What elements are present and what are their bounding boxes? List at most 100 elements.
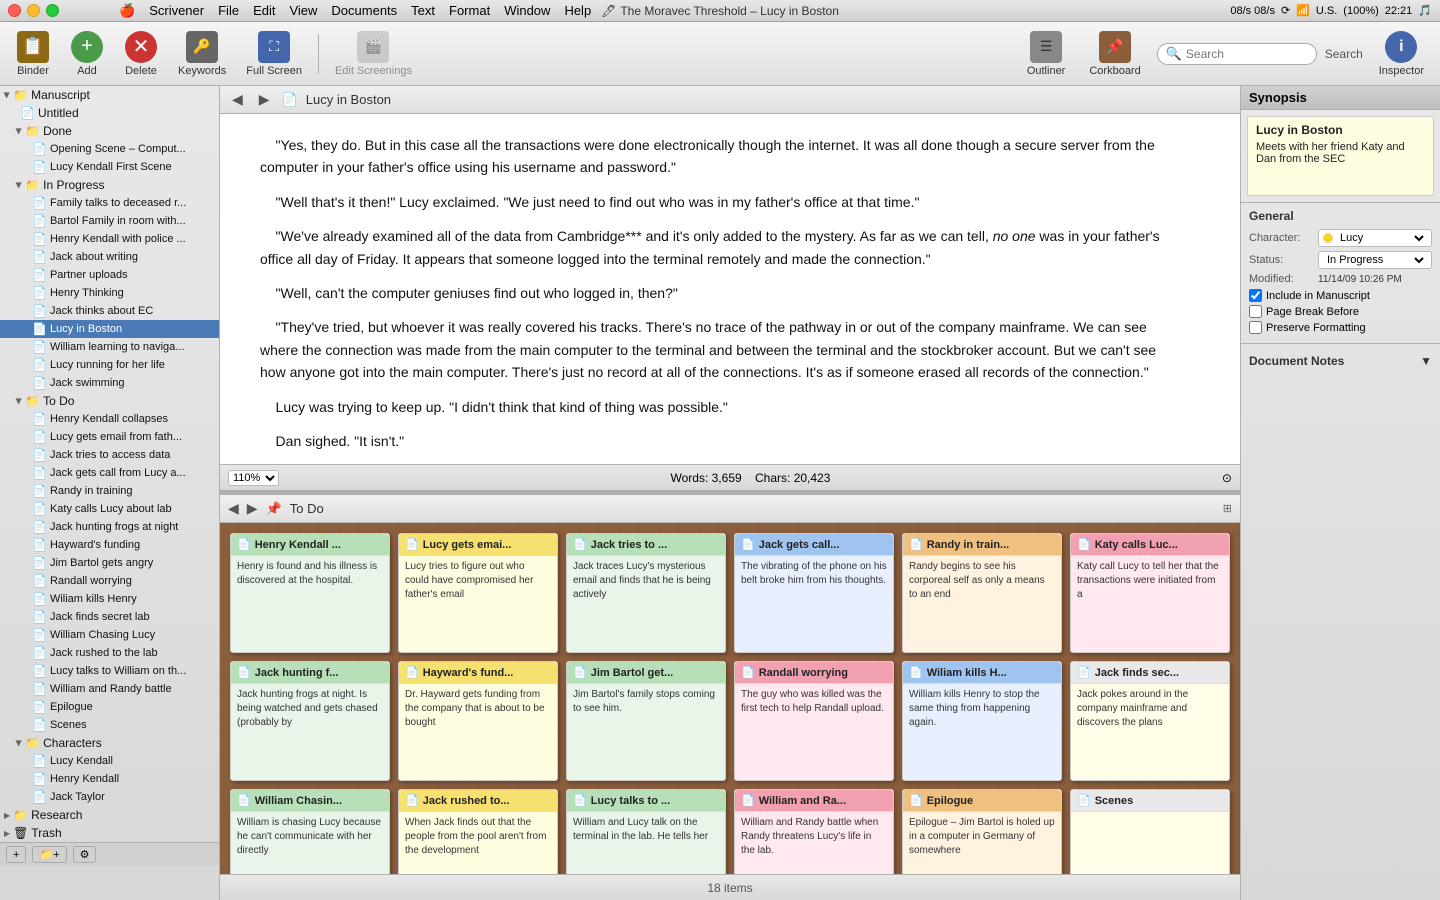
settings-button[interactable]: ⚙ [73, 846, 97, 863]
editor-area[interactable]: "Yes, they do. But in this case all the … [220, 114, 1240, 465]
menu-format[interactable]: Format [449, 3, 490, 19]
minimize-button[interactable] [27, 4, 40, 17]
card-jack-gets-call[interactable]: 📄 Jack gets call... The vibrating of the… [734, 533, 894, 653]
sidebar-item-henry-collapses[interactable]: 📄 Henry Kendall collapses [0, 410, 219, 428]
card-randy-training[interactable]: 📄 Randy in train... Randy begins to see … [902, 533, 1062, 653]
sidebar-item-henry-char[interactable]: 📄 Henry Kendall [0, 770, 219, 788]
inspector-status-value[interactable]: In Progress Done To Do [1318, 251, 1432, 269]
card-jim-bartol[interactable]: 📄 Jim Bartol get... Jim Bartol's family … [566, 661, 726, 781]
menu-text[interactable]: Text [411, 3, 435, 19]
sidebar-item-todo[interactable]: ▶ 📁 To Do [0, 392, 219, 410]
sidebar-item-scenes[interactable]: 📄 Scenes [0, 716, 219, 734]
sidebar-item-william-randy[interactable]: 📄 William and Randy battle [0, 680, 219, 698]
sidebar-item-partner-uploads[interactable]: 📄 Partner uploads [0, 266, 219, 284]
sidebar-item-bartol-family[interactable]: 📄 Bartol Family in room with... [0, 212, 219, 230]
sidebar-item-jack-secret[interactable]: 📄 Jack finds secret lab [0, 608, 219, 626]
apple-menu[interactable]: 🍎 [119, 3, 135, 19]
inspector-button[interactable]: i Inspector [1371, 27, 1432, 81]
menu-view[interactable]: View [289, 3, 317, 19]
maximize-button[interactable] [46, 4, 59, 17]
include-checkbox[interactable] [1249, 289, 1262, 302]
next-doc-button[interactable]: ▶ [255, 91, 274, 108]
sidebar-item-jack-writing[interactable]: 📄 Jack about writing [0, 248, 219, 266]
sidebar-item-manuscript[interactable]: ▶ 📁 Manuscript [0, 86, 219, 104]
status-select[interactable]: In Progress Done To Do [1323, 253, 1427, 267]
binder-button[interactable]: 📋 Binder [8, 27, 58, 81]
sidebar-item-jack-access[interactable]: 📄 Jack tries to access data [0, 446, 219, 464]
card-jack-hunting[interactable]: 📄 Jack hunting f... Jack hunting frogs a… [230, 661, 390, 781]
sidebar-item-jack-swimming[interactable]: 📄 Jack swimming [0, 374, 219, 392]
menu-edit[interactable]: Edit [253, 3, 275, 19]
menu-documents[interactable]: Documents [331, 3, 397, 19]
corkboard-next-button[interactable]: ▶ [247, 500, 258, 517]
sidebar-item-lucy-running[interactable]: 📄 Lucy running for her life [0, 356, 219, 374]
card-lucy-talks[interactable]: 📄 Lucy talks to ... William and Lucy tal… [566, 789, 726, 874]
card-william-randy[interactable]: 📄 William and Ra... William and Randy ba… [734, 789, 894, 874]
edit-screenings-button[interactable]: 🎬 Edit Screenings [327, 27, 420, 81]
outliner-button[interactable]: ☰ Outliner [1019, 27, 1074, 81]
prev-doc-button[interactable]: ◀ [228, 91, 247, 108]
sidebar-item-lucy-char[interactable]: 📄 Lucy Kendall [0, 752, 219, 770]
pagebreak-checkbox[interactable] [1249, 305, 1262, 318]
sidebar-item-lucy-boston[interactable]: 📄 Lucy in Boston [0, 320, 219, 338]
sidebar-item-katy-calls[interactable]: 📄 Katy calls Lucy about lab [0, 500, 219, 518]
zoom-select[interactable]: 110% 100% 125% 150% [228, 470, 279, 486]
sidebar-item-lucy-first[interactable]: 📄 Lucy Kendall First Scene [0, 158, 219, 176]
search-box[interactable]: 🔍 [1157, 43, 1317, 65]
menu-file[interactable]: File [218, 3, 239, 19]
search-input[interactable] [1186, 47, 1308, 61]
sidebar-item-jack-rushed[interactable]: 📄 Jack rushed to the lab [0, 644, 219, 662]
inspector-character-value[interactable]: Lucy Henry Jack [1318, 229, 1432, 247]
corkboard-button[interactable]: 📌 Corkboard [1081, 27, 1148, 81]
sidebar-item-jack-frogs[interactable]: 📄 Jack hunting frogs at night [0, 518, 219, 536]
sidebar-item-trash[interactable]: ▶ 🗑 Trash [0, 824, 219, 842]
fullscreen-button[interactable]: ⛶ Full Screen [238, 27, 310, 81]
card-katy-calls[interactable]: 📄 Katy calls Luc... Katy call Lucy to te… [1070, 533, 1230, 653]
corkboard-area[interactable]: 📄 Henry Kendall ... Henry is found and h… [220, 523, 1240, 874]
delete-button[interactable]: ✕ Delete [116, 27, 166, 81]
keywords-button[interactable]: 🔑 Keywords [170, 27, 234, 81]
corkboard-prev-button[interactable]: ◀ [228, 500, 239, 517]
notes-expand-icon[interactable]: ▼ [1420, 354, 1432, 368]
sidebar-item-characters[interactable]: ▶ 📁 Characters [0, 734, 219, 752]
sidebar-item-randall[interactable]: 📄 Randall worrying [0, 572, 219, 590]
new-folder-button[interactable]: 📁+ [32, 846, 66, 863]
sidebar-item-done[interactable]: ▶ 📁 Done [0, 122, 219, 140]
sidebar-item-inprogress[interactable]: ▶ 📁 In Progress [0, 176, 219, 194]
sidebar-item-epilogue[interactable]: 📄 Epilogue [0, 698, 219, 716]
sidebar-item-jack-ec[interactable]: 📄 Jack thinks about EC [0, 302, 219, 320]
add-button[interactable]: + Add [62, 27, 112, 81]
sidebar-item-henry-police[interactable]: 📄 Henry Kendall with police ... [0, 230, 219, 248]
character-select[interactable]: Lucy Henry Jack [1336, 231, 1427, 245]
card-william-chasing[interactable]: 📄 William Chasin... William is chasing L… [230, 789, 390, 874]
card-jack-tries[interactable]: 📄 Jack tries to ... Jack traces Lucy's m… [566, 533, 726, 653]
card-jack-secret[interactable]: 📄 Jack finds sec... Jack pokes around in… [1070, 661, 1230, 781]
card-scenes[interactable]: 📄 Scenes [1070, 789, 1230, 874]
sidebar-item-henry-thinking[interactable]: 📄 Henry Thinking [0, 284, 219, 302]
menu-help[interactable]: Help [564, 3, 591, 19]
sidebar-item-opening[interactable]: 📄 Opening Scene – Comput... [0, 140, 219, 158]
menu-scrivener[interactable]: Scrivener [149, 3, 204, 19]
corkboard-maximize-icon[interactable]: ⊞ [1223, 502, 1232, 515]
sidebar-item-william-chasing[interactable]: 📄 William Chasing Lucy [0, 626, 219, 644]
sidebar-item-research[interactable]: ▶ 📁 Research [0, 806, 219, 824]
card-jack-rushed[interactable]: 📄 Jack rushed to... When Jack finds out … [398, 789, 558, 874]
sidebar-item-wiliam-kills[interactable]: 📄 Wiliam kills Henry [0, 590, 219, 608]
menu-window[interactable]: Window [504, 3, 550, 19]
card-randall[interactable]: 📄 Randall worrying The guy who was kille… [734, 661, 894, 781]
preserve-checkbox[interactable] [1249, 321, 1262, 334]
card-epilogue[interactable]: 📄 Epilogue Epilogue – Jim Bartol is hole… [902, 789, 1062, 874]
sidebar-item-lucy-email[interactable]: 📄 Lucy gets email from fath... [0, 428, 219, 446]
sidebar-item-untitled[interactable]: 📄 Untitled [0, 104, 219, 122]
sidebar-item-jim-bartol[interactable]: 📄 Jim Bartol gets angry [0, 554, 219, 572]
sidebar-item-jack-char[interactable]: 📄 Jack Taylor [0, 788, 219, 806]
new-doc-button[interactable]: + [6, 846, 26, 863]
sidebar-item-william-nav[interactable]: 📄 William learning to naviga... [0, 338, 219, 356]
card-henry-kendall[interactable]: 📄 Henry Kendall ... Henry is found and h… [230, 533, 390, 653]
sidebar-item-lucy-william[interactable]: 📄 Lucy talks to William on th... [0, 662, 219, 680]
sidebar-item-hayward[interactable]: 📄 Hayward's funding [0, 536, 219, 554]
sidebar-item-family-talks[interactable]: 📄 Family talks to deceased r... [0, 194, 219, 212]
sidebar-item-jack-call[interactable]: 📄 Jack gets call from Lucy a... [0, 464, 219, 482]
card-hayward[interactable]: 📄 Hayward's fund... Dr. Hayward gets fun… [398, 661, 558, 781]
sidebar-item-randy-training[interactable]: 📄 Randy in training [0, 482, 219, 500]
